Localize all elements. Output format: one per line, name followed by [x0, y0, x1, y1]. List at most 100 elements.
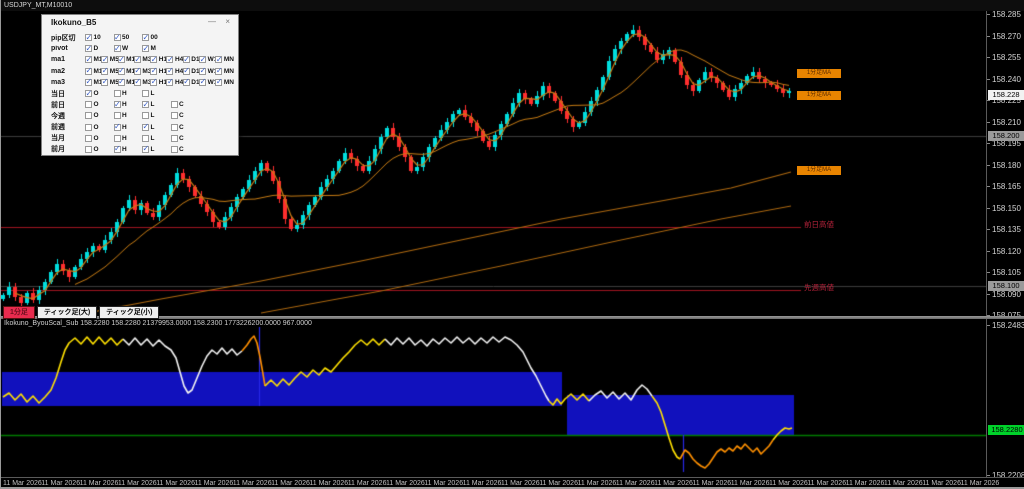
panel-row-label: ma3: [51, 79, 85, 86]
checkbox-label: C: [179, 101, 184, 108]
checkbox[interactable]: [142, 34, 149, 41]
checkbox[interactable]: [215, 68, 222, 75]
checkbox[interactable]: [85, 146, 92, 153]
checkbox[interactable]: [114, 146, 121, 153]
panel-row: 前週OHLC: [51, 122, 235, 133]
checkbox[interactable]: [171, 124, 178, 131]
checkbox[interactable]: [166, 56, 173, 63]
checkbox[interactable]: [142, 146, 149, 153]
tick-chart-button[interactable]: ティック足(小): [99, 306, 159, 319]
panel-option: M1: [85, 56, 101, 63]
checkbox-label: O: [94, 135, 99, 142]
checkbox[interactable]: [114, 124, 121, 131]
checkbox[interactable]: [150, 56, 157, 63]
time-axis-label: 11 Mar 2026: [424, 480, 463, 487]
checkbox[interactable]: [85, 112, 92, 119]
checkbox[interactable]: [114, 34, 121, 41]
checkbox[interactable]: [215, 56, 222, 63]
checkbox[interactable]: [171, 146, 178, 153]
checkbox[interactable]: [118, 68, 125, 75]
checkbox[interactable]: [199, 79, 206, 86]
checkbox[interactable]: [150, 79, 157, 86]
checkbox[interactable]: [85, 124, 92, 131]
panel-option: L: [142, 90, 171, 97]
checkbox[interactable]: [85, 45, 92, 52]
panel-option: H: [114, 146, 143, 153]
checkbox[interactable]: [118, 79, 125, 86]
checkbox[interactable]: [183, 79, 190, 86]
checkbox-label: L: [151, 90, 155, 97]
checkbox[interactable]: [142, 90, 149, 97]
panel-option: O: [85, 90, 114, 97]
checkbox[interactable]: [118, 56, 125, 63]
checkbox[interactable]: [85, 90, 92, 97]
panel-option: MN: [215, 79, 231, 86]
checkbox-label: L: [151, 112, 155, 119]
checkbox-label: 10: [94, 34, 101, 41]
checkbox[interactable]: [199, 56, 206, 63]
checkbox[interactable]: [114, 101, 121, 108]
close-icon[interactable]: ×: [225, 17, 230, 26]
checkbox[interactable]: [142, 101, 149, 108]
time-axis-label: 11 Mar 2026: [692, 480, 731, 487]
checkbox[interactable]: [183, 56, 190, 63]
checkbox[interactable]: [199, 68, 206, 75]
checkbox[interactable]: [142, 112, 149, 119]
panel-option: O: [85, 124, 114, 131]
tick-chart-button[interactable]: ティック足(大): [37, 306, 97, 319]
checkbox[interactable]: [171, 112, 178, 119]
checkbox[interactable]: [183, 68, 190, 75]
checkbox-label: O: [94, 90, 99, 97]
chart-title-bar[interactable]: USDJPY_MT,M10010: [1, 0, 1024, 11]
pip-level-badge: 158.200: [988, 131, 1024, 141]
checkbox[interactable]: [142, 45, 149, 52]
checkbox[interactable]: [101, 79, 108, 86]
panel-option: H: [114, 112, 143, 119]
checkbox[interactable]: [166, 68, 173, 75]
checkbox[interactable]: [101, 68, 108, 75]
price-axis-label: 158.105: [992, 268, 1021, 277]
current-price-badge: 158.228: [988, 90, 1024, 100]
checkbox[interactable]: [171, 135, 178, 142]
checkbox[interactable]: [166, 79, 173, 86]
checkbox[interactable]: [85, 56, 92, 63]
time-axis-label: 11 Mar 2026: [309, 480, 348, 487]
checkbox-label: M: [151, 45, 156, 52]
main-price-axis[interactable]: 158.285158.270158.255158.240158.225158.2…: [986, 11, 1024, 316]
panel-option: M15: [118, 68, 134, 75]
checkbox[interactable]: [85, 135, 92, 142]
checkbox[interactable]: [215, 79, 222, 86]
checkbox[interactable]: [114, 90, 121, 97]
checkbox[interactable]: [134, 68, 141, 75]
panel-option: O: [85, 146, 114, 153]
panel-row: 当月OHLC: [51, 133, 235, 144]
panel-option: C: [171, 112, 200, 119]
checkbox[interactable]: [101, 56, 108, 63]
panel-option: M5: [101, 56, 117, 63]
checkbox[interactable]: [134, 79, 141, 86]
sub-indicator-chart[interactable]: [1, 319, 986, 477]
checkbox[interactable]: [114, 112, 121, 119]
minute-chart-button[interactable]: 1分足: [3, 306, 35, 319]
indicator-settings-panel[interactable]: Ikokuno_B5 — × pip区切105000pivotDWMma1M1M…: [41, 14, 239, 156]
time-axis[interactable]: 11 Mar 202611 Mar 202611 Mar 202611 Mar …: [1, 477, 1024, 489]
checkbox[interactable]: [85, 34, 92, 41]
checkbox[interactable]: [114, 45, 121, 52]
panel-row-label: 前月: [51, 144, 85, 154]
checkbox[interactable]: [85, 101, 92, 108]
checkbox[interactable]: [85, 79, 92, 86]
checkbox[interactable]: [150, 68, 157, 75]
checkbox[interactable]: [142, 124, 149, 131]
sub-price-axis[interactable]: 158.2483158.2208158.2280: [986, 319, 1024, 477]
checkbox[interactable]: [171, 101, 178, 108]
minimize-icon[interactable]: —: [208, 17, 216, 26]
panel-option: H: [114, 90, 143, 97]
checkbox[interactable]: [142, 135, 149, 142]
checkbox[interactable]: [114, 135, 121, 142]
checkbox[interactable]: [85, 68, 92, 75]
checkbox-label: H: [122, 146, 127, 153]
time-axis-label: 11 Mar 2026: [616, 480, 655, 487]
panel-option: L: [142, 146, 171, 153]
time-axis-label: 11 Mar 2026: [578, 480, 617, 487]
checkbox[interactable]: [134, 56, 141, 63]
